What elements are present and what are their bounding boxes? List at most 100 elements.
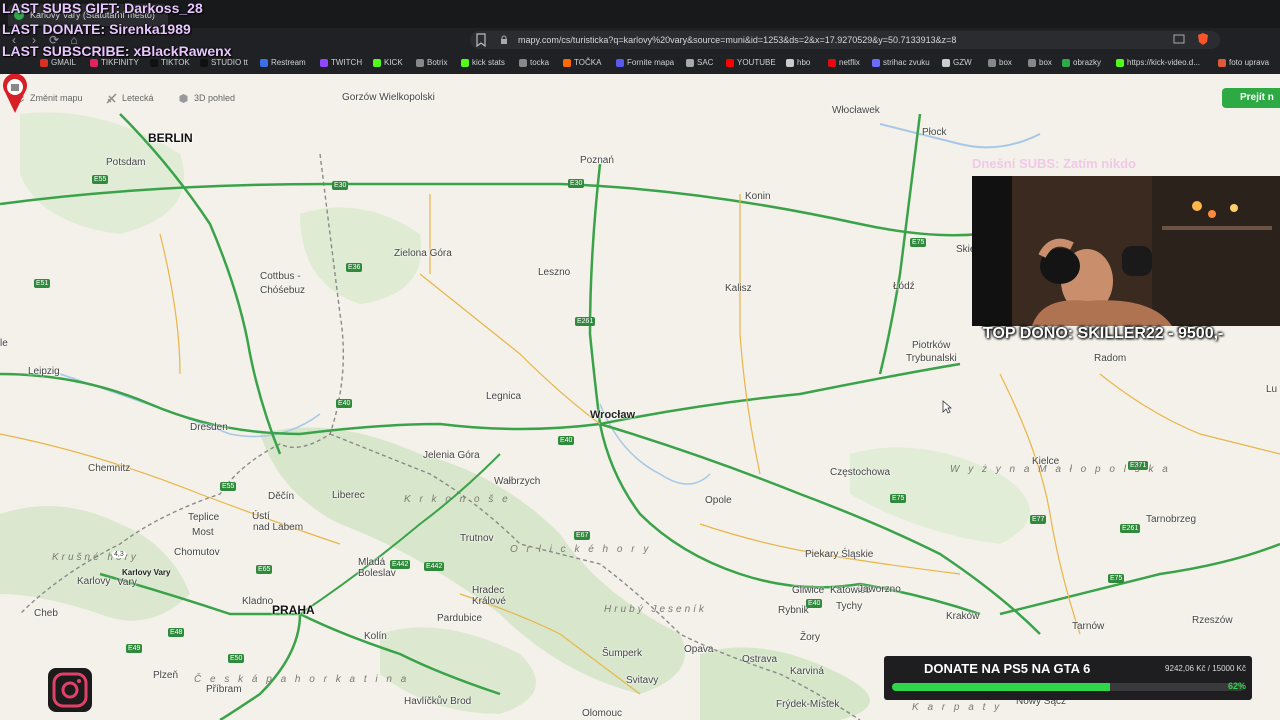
region-label: Č e s k á p a h o r k a t i n a: [194, 674, 410, 685]
city-label[interactable]: Legnica: [486, 391, 521, 402]
bookmark-item[interactable]: Restream: [260, 56, 306, 70]
city-label[interactable]: Poznań: [580, 155, 614, 166]
bookmark-item[interactable]: https://kick-video.d...: [1116, 56, 1200, 70]
city-label[interactable]: Kolín: [364, 631, 387, 642]
city-label[interactable]: Potsdam: [106, 157, 145, 168]
location-pin-icon[interactable]: [0, 74, 30, 114]
city-label[interactable]: Cottbus -: [260, 271, 301, 282]
city-label[interactable]: Jelenia Góra: [423, 450, 480, 461]
city-label[interactable]: Trybunalski: [906, 353, 957, 364]
city-label[interactable]: Chomutov: [174, 547, 220, 558]
city-label[interactable]: Jaworzno: [858, 584, 901, 595]
city-label[interactable]: Boleslav: [358, 568, 396, 579]
city-label[interactable]: Lu: [1266, 384, 1277, 395]
marker-label[interactable]: Karlovy Vary: [122, 568, 170, 577]
bookmark-item[interactable]: kick stats: [461, 56, 505, 70]
city-label[interactable]: Gliwice: [792, 585, 824, 596]
bookmark-item[interactable]: box: [988, 56, 1012, 70]
bookmark-item[interactable]: SAC: [686, 56, 713, 70]
city-label[interactable]: Kalisz: [725, 283, 752, 294]
bookmark-item[interactable]: TWITCH: [320, 56, 362, 70]
city-label[interactable]: Příbram: [206, 684, 242, 695]
city-label[interactable]: Leipzig: [28, 366, 60, 377]
bookmark-item[interactable]: netflix: [828, 56, 860, 70]
bookmark-item[interactable]: Fornite mapa: [616, 56, 674, 70]
city-label[interactable]: Frýdek-Místek: [776, 699, 839, 710]
city-label[interactable]: Włocławek: [832, 105, 880, 116]
aerial-button[interactable]: Letecká: [106, 88, 154, 108]
cast-icon[interactable]: [1172, 32, 1186, 46]
city-label[interactable]: Kladno: [242, 596, 273, 607]
city-label[interactable]: Karlovy: [77, 576, 110, 587]
city-label[interactable]: Děčín: [268, 491, 294, 502]
road-shield: E65: [256, 565, 273, 574]
city-label[interactable]: Chemnitz: [88, 463, 130, 474]
brave-shield-icon[interactable]: [1196, 32, 1210, 46]
bookmark-item[interactable]: box: [1028, 56, 1052, 70]
city-label[interactable]: Rzeszów: [1192, 615, 1233, 626]
address-bar[interactable]: mapy.com/cs/turisticka?q=karlovy%20vary&…: [470, 31, 1220, 49]
city-label[interactable]: Havlíčkův Brod: [404, 696, 471, 707]
view-3d-button[interactable]: 3D pohled: [178, 88, 235, 108]
city-label[interactable]: Opava: [684, 644, 713, 655]
city-label[interactable]: Pardubice: [437, 613, 482, 624]
bookmark-item[interactable]: KICK: [373, 56, 403, 70]
site-settings-icon[interactable]: [500, 35, 508, 45]
city-label[interactable]: Opole: [705, 495, 732, 506]
bookmark-icon[interactable]: [476, 33, 486, 47]
city-label[interactable]: Piekary Śląskie: [805, 549, 873, 560]
city-label[interactable]: Cheb: [34, 608, 58, 619]
city-label[interactable]: Zielona Góra: [394, 248, 452, 259]
city-label[interactable]: Trutnov: [460, 533, 494, 544]
city-label[interactable]: Teplice: [188, 512, 219, 523]
bookmark-item[interactable]: strihac zvuku: [872, 56, 930, 70]
city-label[interactable]: Králové: [472, 596, 506, 607]
bookmark-item[interactable]: YOUTUBE: [726, 56, 776, 70]
city-label[interactable]: Mladá: [358, 557, 385, 568]
city-label[interactable]: Hradec: [472, 585, 504, 596]
city-label[interactable]: Chóśebuz: [260, 285, 305, 296]
city-label[interactable]: BERLIN: [148, 131, 193, 145]
city-label[interactable]: Svitavy: [626, 675, 658, 686]
bookmark-item[interactable]: GZW: [942, 56, 972, 70]
city-label[interactable]: Dresden: [190, 422, 228, 433]
city-label[interactable]: Ústí: [252, 511, 270, 522]
city-label[interactable]: Ostrava: [742, 654, 777, 665]
road-shield: E51: [34, 279, 51, 288]
city-label[interactable]: Wrocław: [590, 409, 635, 421]
city-label[interactable]: Plzeň: [153, 670, 178, 681]
city-label[interactable]: nad Labem: [253, 522, 303, 533]
city-label[interactable]: Tarnobrzeg: [1146, 514, 1196, 525]
city-label[interactable]: Wałbrzych: [494, 476, 540, 487]
city-label[interactable]: Gorzów Wielkopolski: [342, 92, 435, 103]
city-label[interactable]: Rybnik: [778, 605, 809, 616]
city-label[interactable]: Częstochowa: [830, 467, 890, 478]
city-label[interactable]: Kraków: [946, 611, 979, 622]
city-label[interactable]: Radom: [1094, 353, 1126, 364]
city-label[interactable]: Konin: [745, 191, 771, 202]
city-label[interactable]: PRAHA: [272, 603, 315, 617]
bookmark-favicon-icon: [1028, 59, 1036, 67]
bookmark-item[interactable]: Botrix: [416, 56, 447, 70]
bookmark-item[interactable]: obrazky: [1062, 56, 1101, 70]
city-label[interactable]: Tychy: [836, 601, 862, 612]
city-label[interactable]: Płock: [922, 127, 946, 138]
city-label[interactable]: Łódź: [893, 281, 915, 292]
city-label[interactable]: le: [0, 338, 8, 349]
city-label[interactable]: Tarnów: [1072, 621, 1104, 632]
city-label[interactable]: Liberec: [332, 490, 365, 501]
bookmark-item[interactable]: TOČKA: [563, 56, 601, 70]
city-label[interactable]: Šumperk: [602, 648, 642, 659]
bookmark-item[interactable]: foto uprava: [1218, 56, 1269, 70]
city-label[interactable]: Olomouc: [582, 708, 622, 719]
city-label[interactable]: Žory: [800, 632, 820, 643]
bookmark-favicon-icon: [1218, 59, 1226, 67]
city-label[interactable]: Karviná: [790, 666, 824, 677]
city-label[interactable]: Most: [192, 527, 214, 538]
city-label[interactable]: Leszno: [538, 267, 570, 278]
share-button[interactable]: Prejít n: [1222, 88, 1280, 108]
city-label[interactable]: Piotrków: [912, 340, 950, 351]
city-label[interactable]: Vary: [117, 577, 137, 588]
bookmark-item[interactable]: tocka: [519, 56, 549, 70]
bookmark-item[interactable]: hbo: [786, 56, 810, 70]
